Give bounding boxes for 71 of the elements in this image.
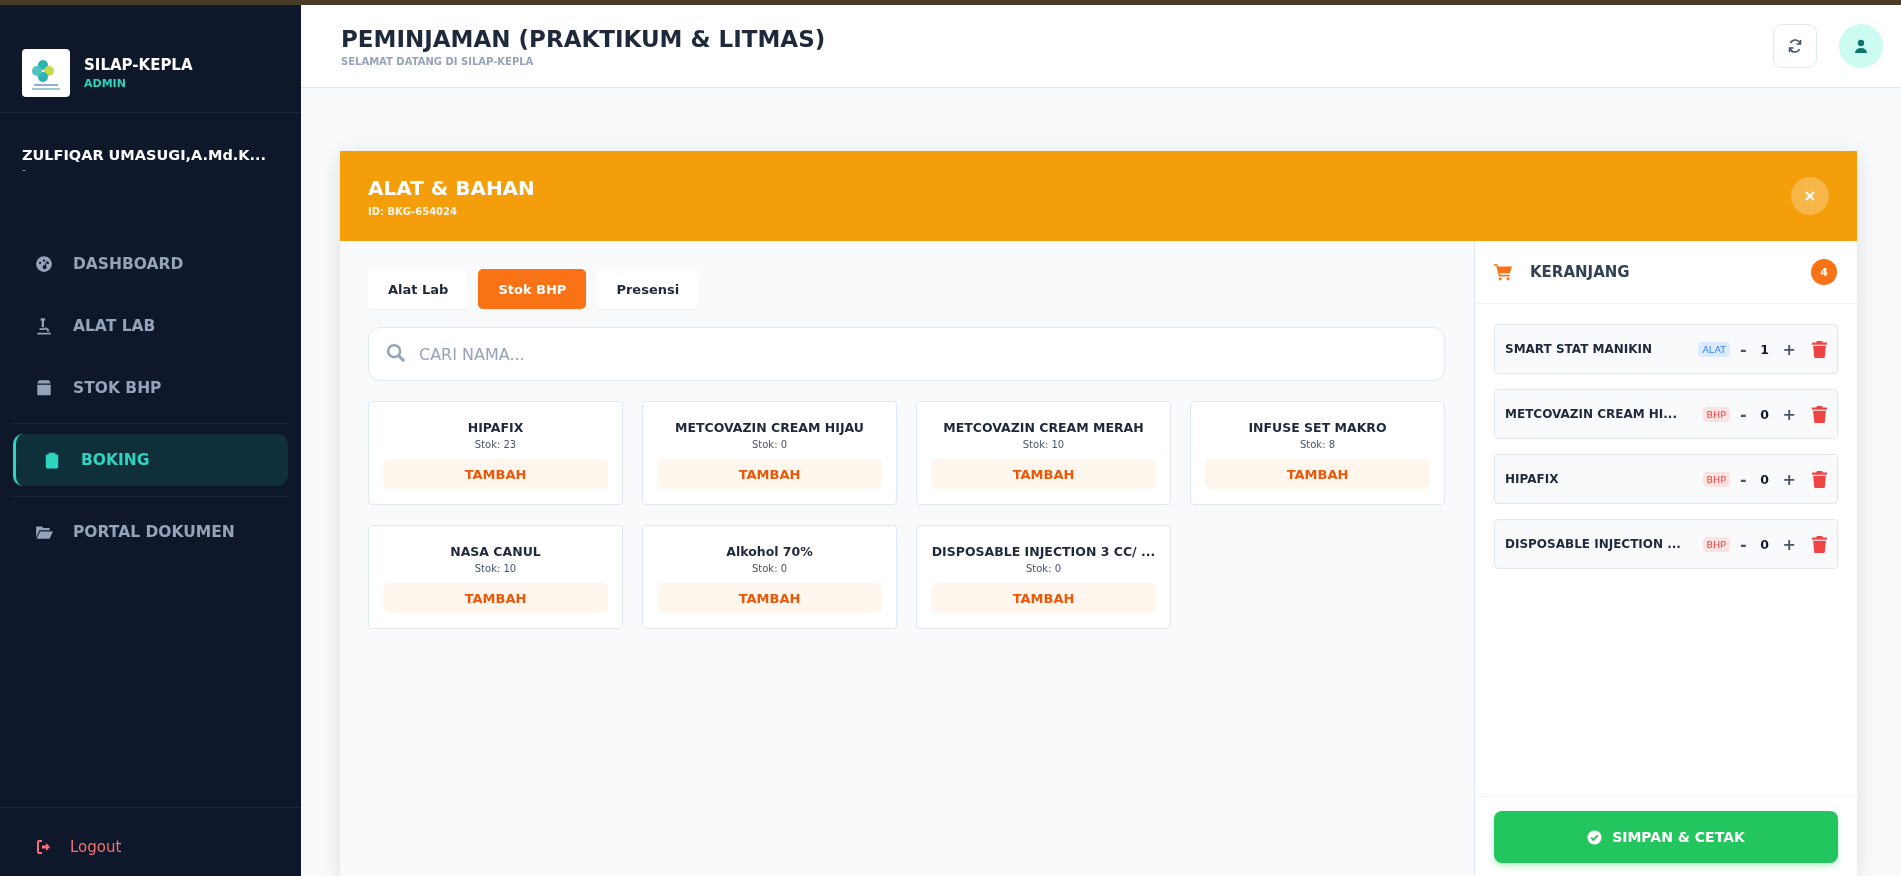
logout-link[interactable]: Logout [36, 838, 265, 856]
cart-title: KERANJANG [1530, 263, 1631, 281]
item-name: METCOVAZIN CREAM HI... [1505, 407, 1678, 421]
box-icon [35, 379, 53, 397]
product-name: NASA CANUL [450, 544, 541, 559]
increase-button[interactable]: + [1778, 534, 1800, 554]
item-count-badge: 4 [1811, 259, 1837, 285]
type-tag: BHP [1702, 536, 1730, 552]
product-name: METCOVAZIN CREAM HIJAU [675, 420, 864, 435]
nav-item[interactable]: STOK BHP [13, 357, 288, 419]
decrease-button[interactable]: - [1735, 404, 1751, 424]
nav-item[interactable]: BOKING [13, 434, 288, 486]
stock-count: Stok: 0 [1025, 563, 1062, 574]
logout-icon [36, 839, 52, 855]
item-name: HIPAFIX [1505, 472, 1560, 486]
microscope-icon [35, 317, 53, 335]
modal-title: ALAT & BAHAN [368, 175, 536, 200]
page-title: PEMINJAMAN (PRAKTIKUM & LITMAS) [341, 25, 827, 52]
product-name: Alkohol 70% [726, 544, 813, 559]
product-name: DISPOSABLE INJECTION 3 CC/ ... [931, 544, 1156, 559]
close-button[interactable] [1791, 177, 1829, 215]
stock-count: Stok: 0 [751, 439, 788, 450]
user-role: ADMIN [84, 77, 127, 90]
product-name: METCOVAZIN CREAM MERAH [943, 420, 1144, 435]
trash-icon[interactable] [1812, 405, 1827, 423]
stock-count: Stok: 0 [751, 563, 788, 574]
quantity: 0 [1759, 406, 1770, 422]
product-name: INFUSE SET MAKRO [1248, 420, 1387, 435]
refresh-icon [1787, 38, 1803, 54]
decrease-button[interactable]: - [1735, 469, 1751, 489]
category-tab[interactable]: Presensi [596, 269, 700, 309]
decrease-button[interactable]: - [1735, 534, 1751, 554]
page-subtitle: SELAMAT DATANG DI SILAP-KEPLA [341, 55, 535, 67]
search-field[interactable]: CARI NAMA... [368, 327, 1445, 381]
cart-icon [1494, 263, 1512, 281]
quantity: 1 [1759, 341, 1770, 357]
stock-count: Stok: 8 [1299, 439, 1336, 450]
gauge-icon [35, 255, 53, 273]
product-name: HIPAFIX [467, 420, 524, 435]
trash-icon[interactable] [1812, 340, 1827, 358]
increase-button[interactable]: + [1778, 339, 1800, 359]
type-tag: BHP [1702, 471, 1730, 487]
stock-count: Stok: 23 [474, 439, 517, 450]
nav-item[interactable]: PORTAL DOKUMEN [13, 501, 288, 563]
nav-item[interactable]: ALAT LAB [13, 295, 288, 357]
trash-icon[interactable] [1812, 470, 1827, 488]
trash-icon[interactable] [1812, 535, 1827, 553]
quantity: 0 [1759, 536, 1770, 552]
decrease-button[interactable]: - [1735, 339, 1751, 359]
nav-item[interactable]: DASHBOARD [13, 233, 288, 295]
user-name: ZULFIQAR UMASUGI,A.Md.K... [22, 147, 268, 163]
avatar-icon[interactable] [1839, 24, 1883, 68]
check-circle-icon [1587, 829, 1603, 845]
stock-count: Stok: 10 [1022, 439, 1065, 450]
booking-id: ID: BKG-654024 [368, 205, 458, 217]
stock-count: Stok: 10 [474, 563, 517, 574]
user-subtitle: - [22, 163, 27, 176]
item-name: SMART STAT MANIKIN [1505, 342, 1654, 356]
increase-button[interactable]: + [1778, 404, 1800, 424]
type-tag: ALAT [1698, 341, 1730, 357]
close-icon [1804, 190, 1816, 202]
increase-button[interactable]: + [1778, 469, 1800, 489]
logo-icon [22, 49, 70, 97]
refresh-button[interactable] [1773, 24, 1817, 68]
clipboard-icon [43, 451, 61, 469]
item-name: DISPOSABLE INJECTION ... [1505, 537, 1682, 551]
type-tag: BHP [1702, 406, 1730, 422]
category-tab[interactable]: Alat Lab [368, 269, 469, 309]
folder-icon [35, 523, 53, 541]
quantity: 0 [1759, 471, 1770, 487]
app-name: SILAP-KEPLA [84, 56, 193, 74]
